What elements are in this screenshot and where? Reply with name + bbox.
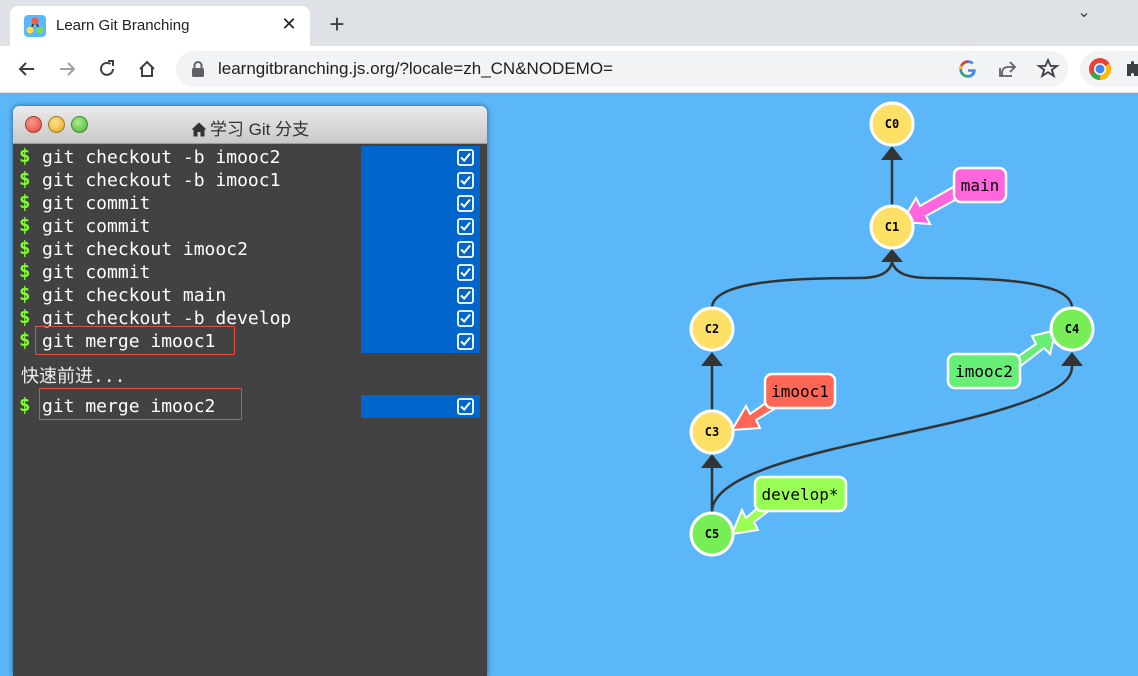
- commit-label: C5: [705, 527, 719, 541]
- branch-imooc2[interactable]: imooc2: [946, 328, 1058, 390]
- branch-imooc1[interactable]: imooc1: [730, 372, 837, 432]
- commit-edge-c2-c1: [710, 261, 894, 309]
- edge-arrowhead: [1061, 352, 1083, 366]
- commit-label: C1: [885, 220, 899, 234]
- branch-main[interactable]: main: [900, 166, 1008, 226]
- commit-node-c1[interactable]: C1: [869, 204, 915, 250]
- branch-label-main: main: [961, 176, 1000, 195]
- commit-node-c0[interactable]: C0: [869, 101, 915, 147]
- edge-arrowhead: [701, 352, 723, 366]
- branch-label-develop: develop*: [761, 485, 838, 504]
- commit-label: C4: [1065, 322, 1079, 336]
- edge-arrowhead: [701, 454, 723, 468]
- commit-label: C0: [885, 117, 899, 131]
- commit-node-c2[interactable]: C2: [689, 306, 735, 352]
- commit-label: C3: [705, 425, 719, 439]
- git-commit-graph: main imooc1 imooc2 develop* C0 C1 C2 C3 …: [689, 101, 1095, 557]
- commit-edge-c4-c1: [890, 261, 1074, 309]
- edge-arrowhead: [881, 249, 903, 262]
- edge-arrowhead: [881, 146, 903, 160]
- branch-label-imooc2: imooc2: [955, 362, 1013, 381]
- commit-node-c5[interactable]: C5: [689, 511, 735, 557]
- branch-label-imooc1: imooc1: [771, 382, 829, 401]
- commit-node-c3[interactable]: C3: [689, 409, 735, 455]
- branch-develop[interactable]: develop*: [730, 475, 848, 536]
- commit-node-c4[interactable]: C4: [1049, 306, 1095, 352]
- commit-label: C2: [705, 322, 719, 336]
